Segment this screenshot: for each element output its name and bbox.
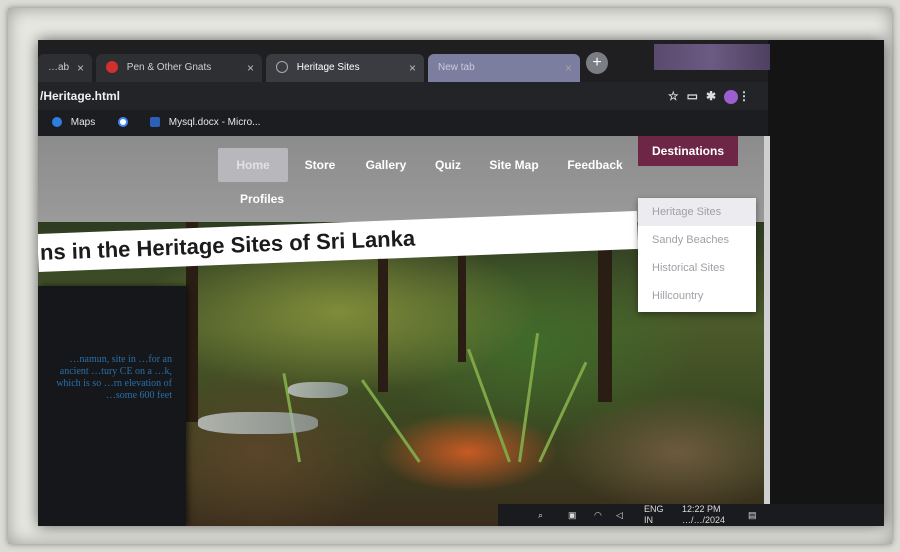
close-icon[interactable]: ×	[77, 54, 84, 82]
dropdown-item-hillcountry[interactable]: Hillcountry	[638, 282, 756, 310]
nav-home[interactable]: Home	[218, 148, 288, 182]
lang-code: ENG	[644, 504, 664, 514]
nav-site-map[interactable]: Site Map	[482, 148, 546, 182]
bookmarks-bar: Maps Mysql.docx - Micro...	[38, 110, 768, 136]
clock-date: …/…/2024	[682, 515, 726, 525]
stream-water	[288, 382, 348, 398]
nav-store[interactable]: Store	[296, 148, 344, 182]
fern-leaf	[467, 348, 511, 463]
lang-sub: IN	[644, 515, 653, 525]
tab-3[interactable]: New tab ×	[428, 54, 580, 82]
menu-icon[interactable]: ⋮	[738, 89, 758, 103]
tab-1-label: Pen & Other Gnats	[126, 62, 212, 73]
google-icon	[118, 117, 128, 128]
close-icon[interactable]: ×	[565, 54, 572, 82]
info-text: …namun, site in …for an ancient …tury CE…	[56, 354, 172, 401]
fern-leaf	[518, 333, 540, 463]
wifi-icon[interactable]: ◠	[594, 504, 602, 526]
page-scrollbar[interactable]	[764, 136, 770, 526]
language-indicator[interactable]: ENG IN	[644, 504, 664, 526]
maps-pin-icon	[52, 117, 62, 128]
bookmark-label: Maps	[70, 117, 96, 128]
nav-gallery[interactable]: Gallery	[356, 148, 416, 182]
dropdown-item-historical-sites[interactable]: Historical Sites	[638, 254, 756, 282]
folder-icon[interactable]: ▣	[568, 504, 577, 526]
puzzle-icon[interactable]: ✱	[706, 89, 724, 103]
toolbar-icons: ☆▭✱ ⋮	[668, 82, 758, 110]
new-tab-button[interactable]: +	[586, 52, 608, 74]
browser-theme-decoration	[654, 44, 770, 70]
url-text[interactable]: /Heritage.html	[40, 89, 120, 103]
close-icon[interactable]: ×	[409, 54, 416, 82]
tab-3-label: New tab	[438, 62, 475, 73]
close-icon[interactable]: ×	[247, 54, 254, 82]
tab-0[interactable]: …ab ×	[38, 54, 92, 82]
tab-strip: …ab × Pen & Other Gnats × Heritage Sites…	[38, 40, 770, 82]
extensions-icon[interactable]: ▭	[687, 89, 706, 103]
star-icon[interactable]: ☆	[668, 89, 687, 103]
fern-leaf	[538, 361, 588, 463]
bookmark-google[interactable]	[118, 110, 134, 136]
bookmark-mysql-doc[interactable]: Mysql.docx - Micro...	[150, 110, 260, 136]
clock-time: 12:22 PM	[682, 504, 721, 514]
dropdown-item-heritage-sites[interactable]: Heritage Sites	[638, 198, 756, 226]
avatar[interactable]	[724, 89, 738, 104]
fern-leaf	[360, 379, 421, 463]
taskbar: ⌕ ▣ ◠ ◁ ENG IN 12:22 PM …/…/2024 ▤	[498, 504, 884, 526]
dropdown-item-sandy-beaches[interactable]: Sandy Beaches	[638, 226, 756, 254]
search-icon[interactable]: ⌕	[538, 504, 543, 526]
info-panel: …namun, site in …for an ancient …tury CE…	[38, 286, 186, 526]
tab-1[interactable]: Pen & Other Gnats ×	[96, 54, 262, 82]
notification-icon[interactable]: ▤	[748, 504, 757, 526]
site-favicon-icon	[106, 61, 118, 74]
bookmark-maps[interactable]: Maps	[52, 110, 95, 136]
destinations-dropdown: Heritage Sites Sandy Beaches Historical …	[638, 198, 756, 312]
web-page: Home Store Gallery Quiz Site Map Feedbac…	[38, 136, 764, 526]
tab-0-label: …ab	[48, 62, 70, 73]
bookmark-label: Mysql.docx - Micro...	[168, 117, 261, 128]
volume-icon[interactable]: ◁	[616, 504, 623, 526]
address-bar[interactable]: /Heritage.html ☆▭✱ ⋮	[38, 82, 768, 110]
tab-2[interactable]: Heritage Sites ×	[266, 54, 424, 82]
stream-water	[198, 412, 318, 434]
nav-quiz[interactable]: Quiz	[428, 148, 468, 182]
clock[interactable]: 12:22 PM …/…/2024	[682, 504, 725, 526]
nav-feedback[interactable]: Feedback	[562, 148, 628, 182]
nav-destinations[interactable]: Destinations	[638, 136, 738, 166]
globe-icon	[276, 61, 288, 74]
tab-2-label: Heritage Sites	[296, 62, 360, 73]
nav-profiles[interactable]: Profiles	[234, 182, 290, 216]
monitor-screen: …ab × Pen & Other Gnats × Heritage Sites…	[38, 40, 884, 526]
word-doc-icon	[150, 117, 160, 128]
